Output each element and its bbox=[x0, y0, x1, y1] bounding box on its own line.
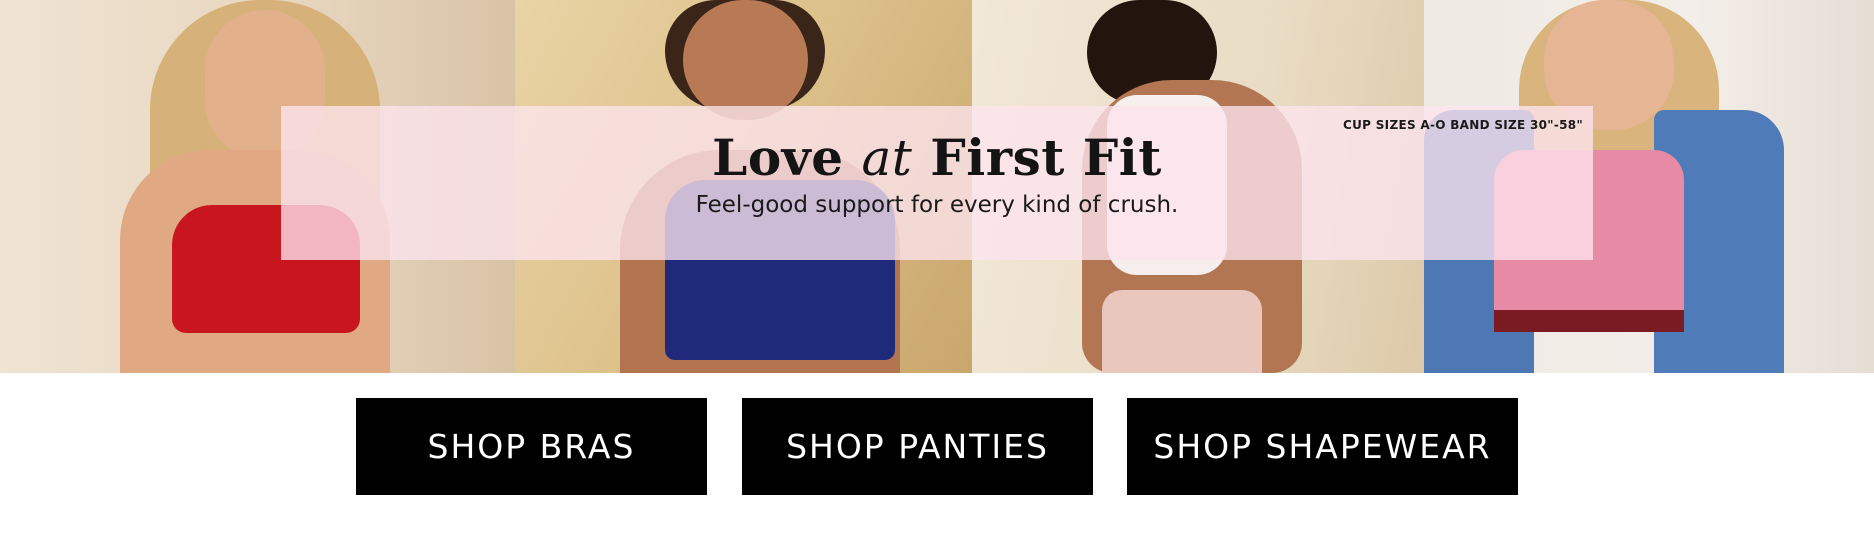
page-title: Love at First Fit bbox=[281, 128, 1593, 187]
headline-love: Love bbox=[712, 128, 862, 187]
headline-first-fit: First Fit bbox=[912, 128, 1162, 187]
hero-banner[interactable]: CUP SIZES A-O BAND SIZE 30"-58" Love at … bbox=[0, 0, 1874, 373]
shop-shapewear-button[interactable]: SHOP SHAPEWEAR bbox=[1127, 398, 1518, 495]
shop-bras-button[interactable]: SHOP BRAS bbox=[356, 398, 707, 495]
subheadline: Feel-good support for every kind of crus… bbox=[695, 192, 1179, 218]
headline-overlay: CUP SIZES A-O BAND SIZE 30"-58" Love at … bbox=[281, 106, 1593, 260]
shop-panties-button[interactable]: SHOP PANTIES bbox=[742, 398, 1093, 495]
headline-at: at bbox=[861, 129, 913, 187]
